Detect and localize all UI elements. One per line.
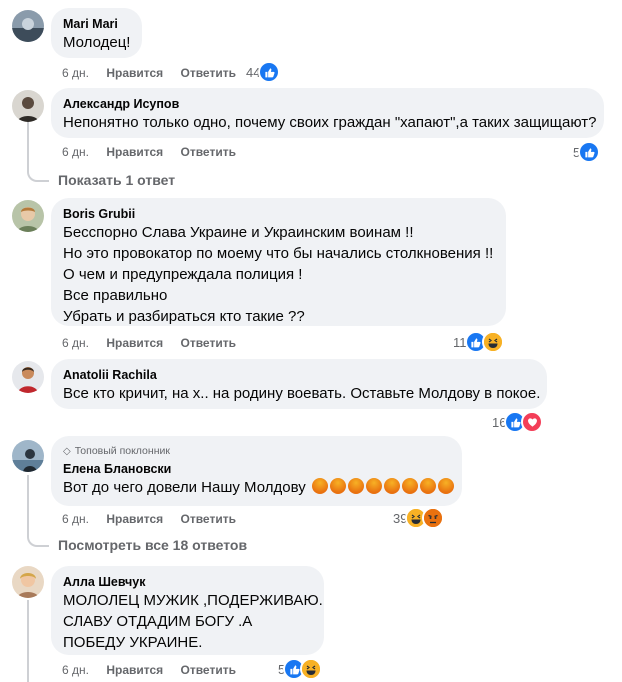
angry-face-emoji-icon	[347, 478, 364, 494]
thread-line	[27, 600, 29, 682]
haha-reaction-icon	[481, 331, 504, 353]
reply-link[interactable]: Ответить	[181, 66, 236, 80]
like-link[interactable]: Нравится	[106, 512, 163, 526]
thread-line	[27, 122, 29, 172]
haha-reaction-icon	[300, 658, 323, 680]
comment-bubble: Александр Исупов Непонятно только одно, …	[51, 88, 604, 138]
reaction-summary[interactable]: 5	[573, 141, 601, 163]
reaction-summary[interactable]: 5	[278, 658, 323, 680]
comment-author[interactable]: Boris Grubii	[63, 206, 494, 222]
comment-actions: 6 дн. Нравится Ответить	[62, 335, 250, 351]
reply-link[interactable]: Ответить	[181, 663, 236, 677]
like-reaction-icon	[258, 61, 281, 83]
comment-text-line: Убрать и разбираться кто такие ??	[63, 308, 305, 325]
angry-face-emoji-icon	[419, 478, 436, 494]
comment-author[interactable]: Mari Mari	[63, 16, 130, 32]
badge-label: Топовый поклонник	[74, 445, 170, 457]
love-reaction-icon	[521, 411, 544, 433]
comment-actions: 6 дн. Нравится Ответить	[62, 662, 250, 678]
angry-face-emoji-icon	[383, 478, 400, 494]
angry-face-emoji-icon	[365, 478, 382, 494]
reply-link[interactable]: Ответить	[181, 336, 236, 350]
avatar[interactable]	[12, 90, 44, 122]
comment-author[interactable]: Anatolii Rachila	[63, 367, 535, 383]
comment-text-line: СЛАВУ ОТДАДИМ БОГУ .А	[63, 613, 253, 630]
angry-reaction-icon	[422, 507, 445, 529]
comment-text-line: Но это провокатор по моему что бы начали…	[63, 245, 494, 262]
show-replies-link[interactable]: Показать 1 ответ	[58, 171, 175, 189]
avatar[interactable]	[12, 361, 44, 393]
comment-time[interactable]: 6 дн.	[62, 663, 89, 677]
like-link[interactable]: Нравится	[106, 663, 163, 677]
avatar[interactable]	[12, 200, 44, 232]
comment-text: Молодец!	[63, 34, 131, 51]
angry-face-emoji-icon	[401, 478, 418, 494]
angry-emoji-row	[310, 478, 454, 496]
like-reaction-icon	[578, 141, 601, 163]
thread-line	[27, 475, 29, 537]
comment-actions: 6 дн. Нравится Ответить	[62, 144, 250, 160]
comment-time[interactable]: 6 дн.	[62, 66, 89, 80]
like-link[interactable]: Нравится	[106, 336, 163, 350]
comment-text-line: МОЛОЛЕЦ МУЖИК ,ПОДЕРЖИВАЮ.	[63, 592, 323, 609]
comment-author[interactable]: Алла Шевчук	[63, 574, 312, 590]
comment-bubble: Anatolii Rachila Все кто кричит, на х.. …	[51, 359, 547, 409]
comment-text: Все кто кричит, на х.. на родину воевать…	[63, 385, 541, 402]
comment-text-line: О чем и предупреждала полиция !	[63, 266, 303, 283]
like-link[interactable]: Нравится	[106, 66, 163, 80]
comment-actions: 6 дн. Нравится Ответить	[62, 65, 250, 81]
reply-link[interactable]: Ответить	[181, 512, 236, 526]
comment-text-line: ПОБЕДУ УКРАИНЕ.	[63, 634, 203, 651]
thread-elbow	[27, 170, 49, 182]
avatar[interactable]	[12, 10, 44, 42]
comment-author[interactable]: Елена Блановски	[63, 461, 450, 477]
avatar[interactable]	[12, 566, 44, 598]
thread-elbow	[27, 535, 49, 547]
comment-time[interactable]: 6 дн.	[62, 336, 89, 350]
comment-time[interactable]: 6 дн.	[62, 145, 89, 159]
comment-text-wrap: Вот до чего довели Нашу Молдову	[63, 477, 454, 498]
comment-text: Вот до чего довели Нашу Молдову	[63, 479, 306, 496]
reaction-summary[interactable]: 11	[453, 331, 504, 353]
comment-time[interactable]: 6 дн.	[62, 512, 89, 526]
comment-author[interactable]: Александр Исупов	[63, 96, 592, 112]
reply-link[interactable]: Ответить	[181, 145, 236, 159]
comment-text-line: Бесспорно Слава Украине и Украинским вои…	[63, 224, 414, 241]
comment-bubble: ◇ Топовый поклонник Елена Блановски Вот д…	[51, 436, 462, 506]
comment-bubble: Boris Grubii Бесспорно Слава Украине и У…	[51, 198, 506, 326]
comment-text: Непонятно только одно, почему своих граж…	[63, 114, 597, 131]
angry-face-emoji-icon	[437, 478, 454, 494]
comment-actions: 6 дн. Нравится Ответить	[62, 511, 250, 527]
reaction-summary[interactable]: 39	[393, 507, 445, 529]
angry-face-emoji-icon	[311, 478, 328, 494]
diamond-icon: ◇	[63, 446, 71, 457]
reaction-summary[interactable]: 44	[246, 61, 281, 83]
comment-text-line: Все правильно	[63, 287, 168, 304]
comment-bubble: Алла Шевчук МОЛОЛЕЦ МУЖИК ,ПОДЕРЖИВАЮ. С…	[51, 566, 324, 655]
view-all-replies-link[interactable]: Посмотреть все 18 ответов	[58, 536, 247, 554]
angry-face-emoji-icon	[329, 478, 346, 494]
comment-bubble: Mari Mari Молодец!	[51, 8, 142, 58]
reaction-summary[interactable]: 16	[492, 411, 544, 433]
top-fan-badge: ◇ Топовый поклонник	[63, 444, 450, 459]
avatar[interactable]	[12, 440, 44, 472]
like-link[interactable]: Нравится	[106, 145, 163, 159]
